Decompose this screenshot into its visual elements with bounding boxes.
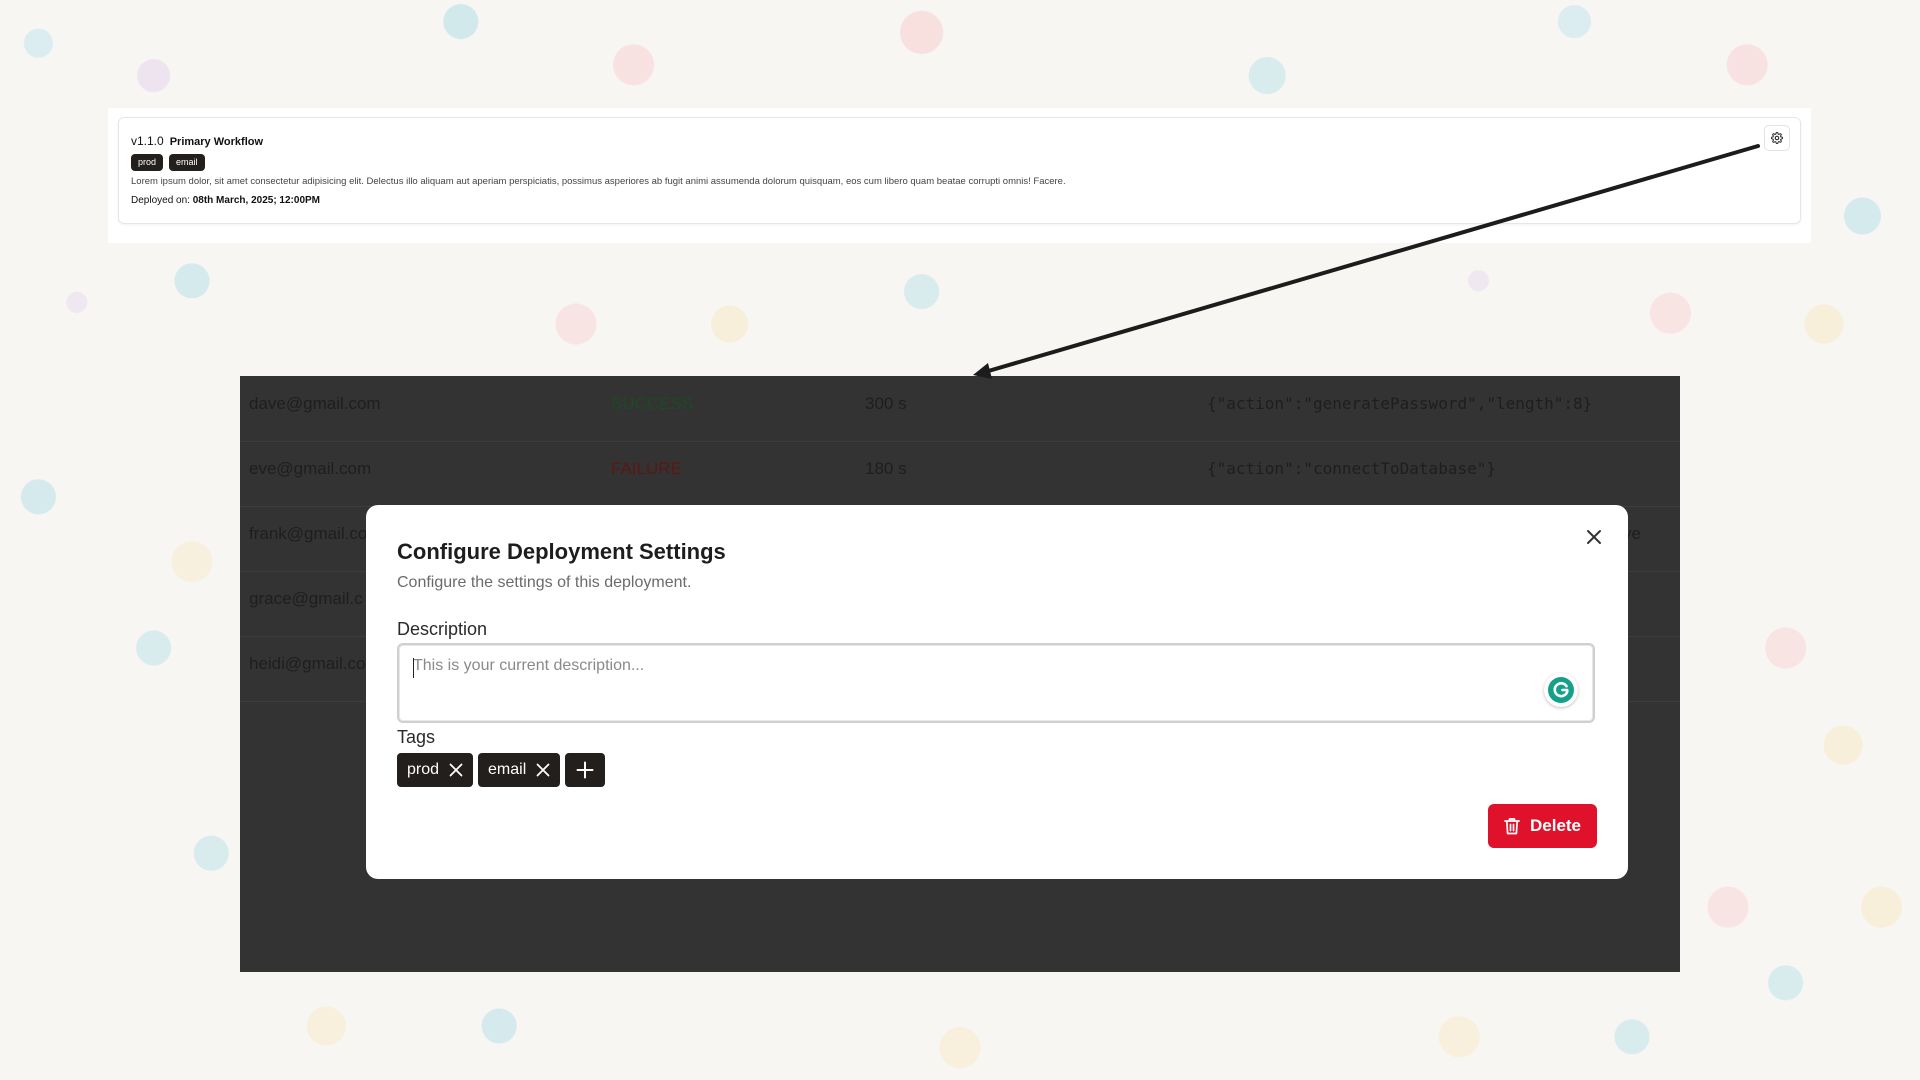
row-email: frank@gmail.co: [249, 524, 368, 543]
description-field-wrapper: [397, 643, 1595, 723]
deployment-card: v1.1.0 Primary Workflow prod email Lorem…: [118, 117, 1801, 224]
tag-chip-email[interactable]: email: [478, 753, 561, 787]
table-row: dave@gmail.com SUCCESS 300 s {"action":"…: [240, 376, 1680, 442]
remove-tag-button[interactable]: [536, 763, 550, 777]
card-tag: email: [169, 154, 205, 171]
card-description: Lorem ipsum dolor, sit amet consectetur …: [131, 176, 1066, 187]
trash-icon: [1504, 818, 1520, 835]
row-email: heidi@gmail.co: [249, 654, 366, 673]
close-icon: [536, 763, 550, 777]
delete-button[interactable]: Delete: [1488, 804, 1597, 848]
close-icon: [1587, 530, 1601, 544]
remove-tag-button[interactable]: [449, 763, 463, 777]
deployed-on: Deployed on: 08th March, 2025; 12:00PM: [131, 195, 1788, 206]
close-button[interactable]: [1582, 525, 1606, 549]
row-payload: {"action":"connectToDatabase"}: [1207, 459, 1496, 478]
row-email: grace@gmail.c: [249, 589, 363, 608]
row-duration: 180 s: [865, 459, 907, 478]
text-cursor: [413, 658, 414, 678]
tag-list: prod email: [397, 753, 1597, 787]
card-header: v1.1.0 Primary Workflow: [131, 134, 1788, 150]
close-icon: [449, 763, 463, 777]
settings-button[interactable]: [1764, 125, 1790, 151]
row-email: eve@gmail.com: [249, 459, 372, 478]
version-label: v1.1.0: [131, 134, 164, 148]
modal-title: Configure Deployment Settings: [397, 539, 726, 564]
grammarly-icon: [1548, 677, 1574, 703]
row-status: FAILURE: [611, 459, 682, 478]
table-row: eve@gmail.com FAILURE 180 s {"action":"c…: [240, 441, 1680, 507]
row-email: dave@gmail.com: [249, 394, 381, 413]
plus-icon: [576, 761, 594, 779]
deployment-card-panel: v1.1.0 Primary Workflow prod email Lorem…: [108, 108, 1811, 243]
modal-subtitle: Configure the settings of this deploymen…: [397, 574, 692, 591]
tag-label: prod: [407, 761, 440, 778]
grammarly-button[interactable]: [1544, 673, 1578, 707]
card-tags: prod email: [131, 154, 1788, 171]
row-duration: 300 s: [865, 394, 907, 413]
tag-chip-prod[interactable]: prod: [397, 753, 474, 787]
workflow-name: Primary Workflow: [169, 136, 264, 148]
row-status: SUCCESS: [611, 394, 694, 413]
deployed-label: Deployed on:: [131, 195, 190, 206]
row-payload: {"action":"generatePassword","length":8}: [1207, 394, 1593, 413]
card-tag: prod: [131, 154, 164, 171]
tag-label: email: [488, 761, 527, 778]
gear-icon: [1771, 132, 1783, 144]
add-tag-button[interactable]: [565, 753, 606, 787]
description-label: Description: [397, 619, 488, 639]
configure-deployment-modal: Configure Deployment Settings Configure …: [366, 505, 1628, 879]
description-input[interactable]: [399, 645, 1593, 721]
deployed-date: 08th March, 2025; 12:00PM: [192, 195, 320, 206]
tags-label: Tags: [397, 727, 436, 747]
delete-label: Delete: [1529, 816, 1582, 835]
